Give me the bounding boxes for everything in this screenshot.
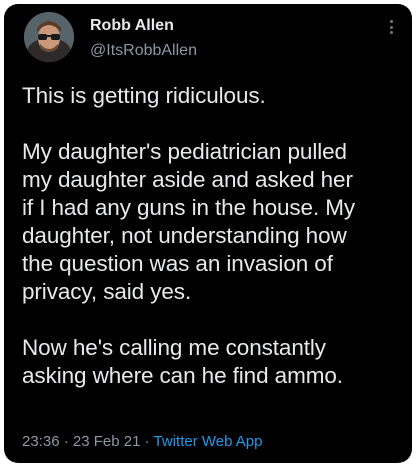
avatar-image [24, 12, 74, 62]
author-handle[interactable]: @ItsRobbAllen [90, 41, 197, 61]
dot [389, 25, 393, 29]
tweet-card: Robb Allen @ItsRobbAllen This is getting… [4, 4, 412, 463]
source-app-link[interactable]: Twitter Web App [154, 433, 263, 450]
tweet-time[interactable]: 23:36 [22, 433, 60, 450]
tweet-meta: 23:36 · 23 Feb 21 · Twitter Web App [22, 432, 262, 452]
tweet-paragraph: This is getting ridiculous. [22, 83, 266, 108]
meta-separator: · [63, 433, 69, 450]
dot [389, 31, 393, 34]
tweet-text: This is getting ridiculous. My daughter'… [22, 82, 406, 390]
tweet-date[interactable]: 23 Feb 21 [73, 433, 141, 450]
avatar[interactable] [24, 12, 74, 62]
tweet-paragraph: My daughter's pediatrician pulled my dau… [22, 139, 356, 304]
meta-separator: · [144, 433, 150, 450]
tweet-paragraph: Now he's calling me constantly asking wh… [22, 335, 343, 388]
more-options-icon[interactable] [384, 16, 398, 38]
dot [389, 20, 393, 23]
author-name[interactable]: Robb Allen [90, 16, 174, 36]
